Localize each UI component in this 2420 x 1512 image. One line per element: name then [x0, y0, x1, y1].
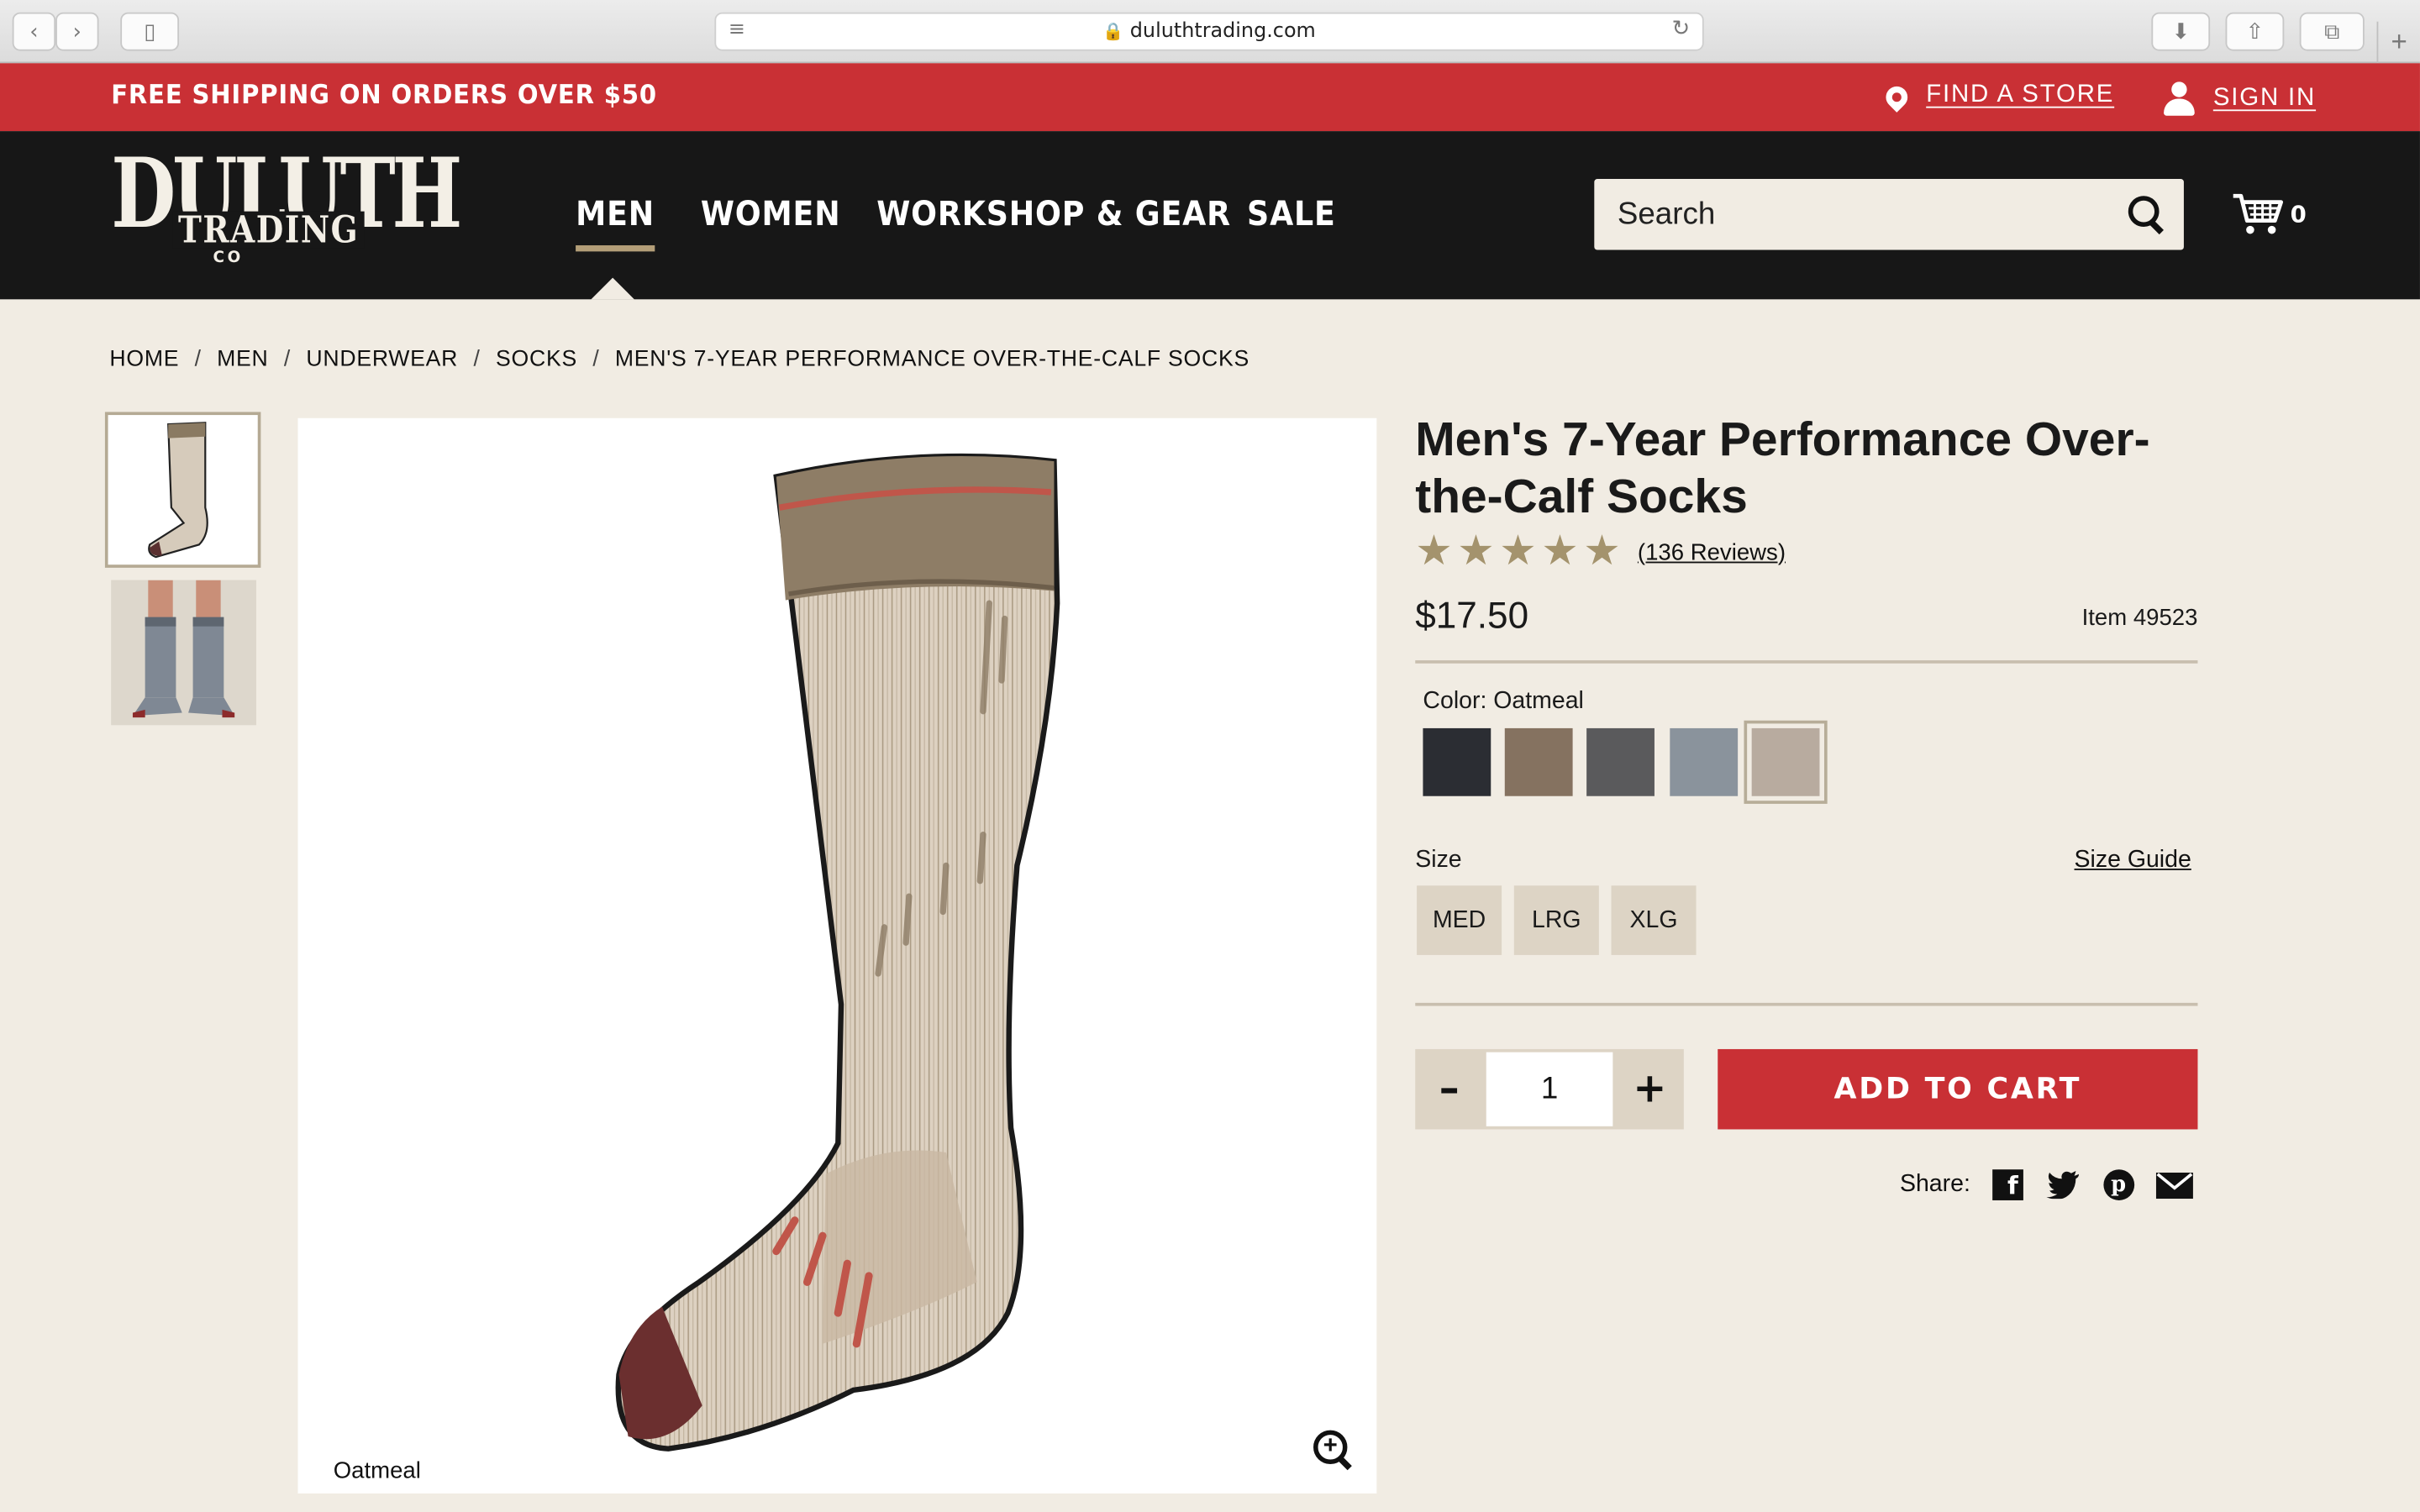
item-number: Item 49523 — [2081, 604, 2198, 632]
swatch-gray-blue[interactable] — [1670, 727, 1739, 796]
facebook-icon[interactable]: f — [1989, 1168, 2026, 1201]
search-box — [1594, 179, 2184, 250]
share-label: Share: — [1899, 1171, 1970, 1198]
swatch-brown-heather[interactable] — [1504, 727, 1573, 796]
page: ‹ › ▯ ≡ 🔒 duluthtrading.com ↻ ⬇ ⇧ ⧉ + FR… — [0, 0, 2420, 1512]
swatch-black[interactable] — [1423, 727, 1491, 796]
free-shipping-text: FREE SHIPPING ON ORDERS OVER $50 — [111, 80, 657, 112]
sock-thumbnail-image — [147, 421, 208, 558]
site-header: DULUTH TRADING CO MEN WOMEN WORKSHOP & G… — [0, 131, 2420, 300]
size-xlg-button[interactable]: XLG — [1611, 885, 1697, 955]
find-store-link[interactable]: FIND A STORE — [1881, 81, 2115, 113]
product-image-viewer[interactable]: Oatmeal + — [297, 417, 1377, 1494]
address-bar[interactable]: ≡ 🔒 duluthtrading.com ↻ — [714, 12, 1704, 51]
quantity-input[interactable] — [1486, 1052, 1613, 1126]
breadcrumb-separator: / — [283, 347, 292, 372]
size-lrg-button[interactable]: LRG — [1513, 885, 1599, 955]
lock-icon: 🔒 — [1102, 21, 1124, 42]
color-label: Color: Oatmeal — [1423, 688, 1584, 715]
decrease-quantity-button[interactable]: – — [1415, 1049, 1483, 1130]
star-icon: ★ — [1415, 528, 1453, 576]
search-icon[interactable] — [2128, 196, 2165, 233]
reviews-link[interactable]: (136 Reviews) — [1638, 539, 1786, 565]
image-caption: Oatmeal — [333, 1457, 421, 1484]
url-text: duluthtrading.com — [1129, 19, 1316, 44]
nav-workshop-gear[interactable]: WORKSHOP & GEAR — [876, 196, 1231, 234]
tabs-icon[interactable]: ⧉ — [2299, 12, 2365, 51]
active-nav-caret — [591, 277, 634, 300]
breadcrumb-separator: / — [592, 347, 600, 372]
find-store-label: FIND A STORE — [1926, 81, 2115, 108]
thumbnail-sock-illustration[interactable] — [104, 412, 261, 568]
logo-subtitle: TRADING — [172, 211, 365, 249]
star-icon: ★ — [1499, 528, 1537, 576]
twitter-icon[interactable] — [2044, 1168, 2081, 1201]
pinterest-icon[interactable]: p — [2100, 1168, 2137, 1201]
new-tab-icon[interactable]: + — [2376, 21, 2420, 64]
sock-illustration — [615, 453, 1060, 1452]
quantity-stepper: – + — [1415, 1048, 1684, 1130]
rating-stars[interactable]: ★ ★ ★ ★ ★ (136 Reviews) — [1415, 528, 1786, 576]
sign-in-link[interactable]: SIGN IN — [2164, 81, 2317, 116]
add-to-cart-button[interactable]: ADD TO CART — [1718, 1048, 2198, 1130]
breadcrumb-men[interactable]: MEN — [217, 347, 268, 371]
breadcrumb-separator: / — [473, 347, 481, 372]
reader-icon[interactable]: ≡ — [729, 18, 745, 42]
product-price: $17.50 — [1415, 595, 1529, 638]
sidebar-icon[interactable]: ▯ — [120, 12, 180, 51]
breadcrumb-current: MEN'S 7-YEAR PERFORMANCE OVER-THE-CALF S… — [614, 347, 1249, 372]
star-icon: ★ — [1541, 528, 1579, 576]
email-icon[interactable] — [2155, 1168, 2193, 1201]
divider — [1415, 660, 2198, 664]
location-pin-icon — [1881, 81, 1912, 113]
cart-button[interactable]: 0 — [2232, 190, 2312, 239]
breadcrumb-separator: / — [194, 347, 202, 372]
breadcrumb-underwear[interactable]: UNDERWEAR — [306, 347, 458, 371]
sign-in-label: SIGN IN — [2212, 85, 2317, 112]
cart-count: 0 — [2290, 200, 2307, 228]
logo-co: CO — [213, 249, 244, 267]
browser-toolbar: ‹ › ▯ ≡ 🔒 duluthtrading.com ↻ ⬇ ⇧ ⧉ + — [0, 0, 2420, 64]
promo-bar: FREE SHIPPING ON ORDERS OVER $50 FIND A … — [0, 63, 2420, 132]
shopping-cart-icon — [2233, 193, 2284, 234]
downloads-icon[interactable]: ⬇ — [2151, 12, 2211, 51]
nav-men[interactable]: MEN — [576, 196, 655, 252]
breadcrumb-socks[interactable]: SOCKS — [496, 347, 577, 371]
thumbnail-model-photo[interactable] — [111, 580, 256, 726]
breadcrumb: HOME / MEN / UNDERWEAR / SOCKS / MEN'S 7-YEA… — [109, 347, 1249, 371]
duluth-logo[interactable]: DULUTH TRADING CO — [111, 146, 462, 274]
share-icon[interactable]: ⇧ — [2225, 12, 2285, 51]
search-input[interactable] — [1594, 179, 2104, 250]
legs-photo-image — [111, 580, 256, 726]
nav-women[interactable]: WOMEN — [701, 196, 841, 234]
breadcrumb-home[interactable]: HOME — [109, 347, 179, 371]
size-guide-link[interactable]: Size Guide — [2075, 847, 2191, 874]
nav-sale[interactable]: SALE — [1247, 196, 1336, 234]
swatch-oatmeal[interactable] — [1744, 720, 1828, 804]
star-icon: ★ — [1457, 528, 1495, 576]
increase-quantity-button[interactable]: + — [1616, 1049, 1684, 1130]
share-row: Share: f p — [1899, 1168, 2193, 1201]
size-label: Size — [1415, 847, 1462, 874]
size-med-button[interactable]: MED — [1417, 885, 1502, 955]
forward-icon[interactable]: › — [55, 12, 99, 51]
reload-icon[interactable]: ↻ — [1672, 17, 1691, 41]
swatch-charcoal[interactable] — [1586, 727, 1655, 796]
back-icon[interactable]: ‹ — [12, 12, 56, 51]
star-icon: ★ — [1583, 528, 1621, 576]
user-icon — [2164, 81, 2195, 116]
zoom-icon[interactable]: + — [1313, 1430, 1356, 1473]
divider — [1415, 1002, 2198, 1006]
product-title: Men's 7-Year Performance Over-the-Calf S… — [1415, 412, 2150, 523]
